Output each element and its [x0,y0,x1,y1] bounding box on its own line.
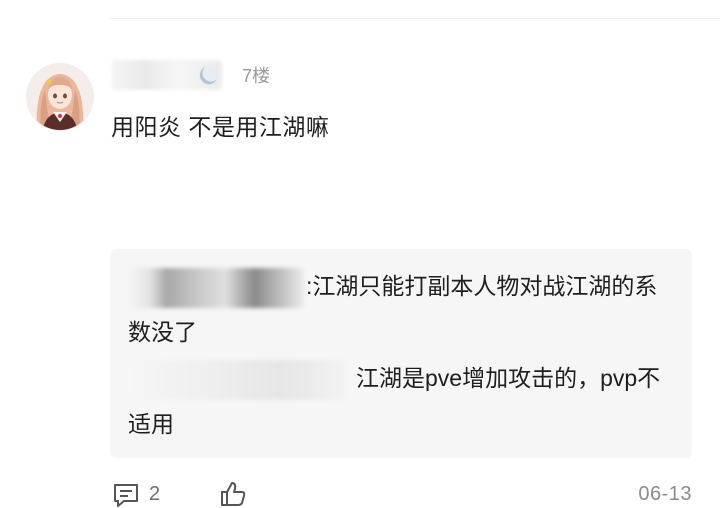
user-avatar[interactable] [27,64,93,130]
reply-username-redacted[interactable] [128,267,304,308]
anime-girl-avatar-icon [27,64,93,130]
comment-count[interactable]: 2 [149,483,160,506]
reply-list[interactable]: :江湖只能打副本人物对战江湖的系数没了 江湖是pve增加攻击的，pvp不适用 [110,249,692,458]
post-date: 06-13 [638,483,692,505]
comment-icon[interactable] [112,482,140,508]
post-footer: 2 06-13 [0,478,720,508]
floor-number: 7楼 [242,66,271,86]
moon-badge-icon [199,65,219,85]
comment-text: 用阳炎 不是用江湖嘛 [111,114,330,140]
reply-username-redacted[interactable] [128,359,346,400]
reply-item[interactable]: :江湖只能打副本人物对战江湖的系数没了 [128,263,672,355]
reply-item[interactable]: 江湖是pve增加攻击的，pvp不适用 [128,355,672,447]
thumbs-up-icon[interactable] [219,480,247,508]
level-badge [196,62,222,88]
top-divider [110,18,720,19]
